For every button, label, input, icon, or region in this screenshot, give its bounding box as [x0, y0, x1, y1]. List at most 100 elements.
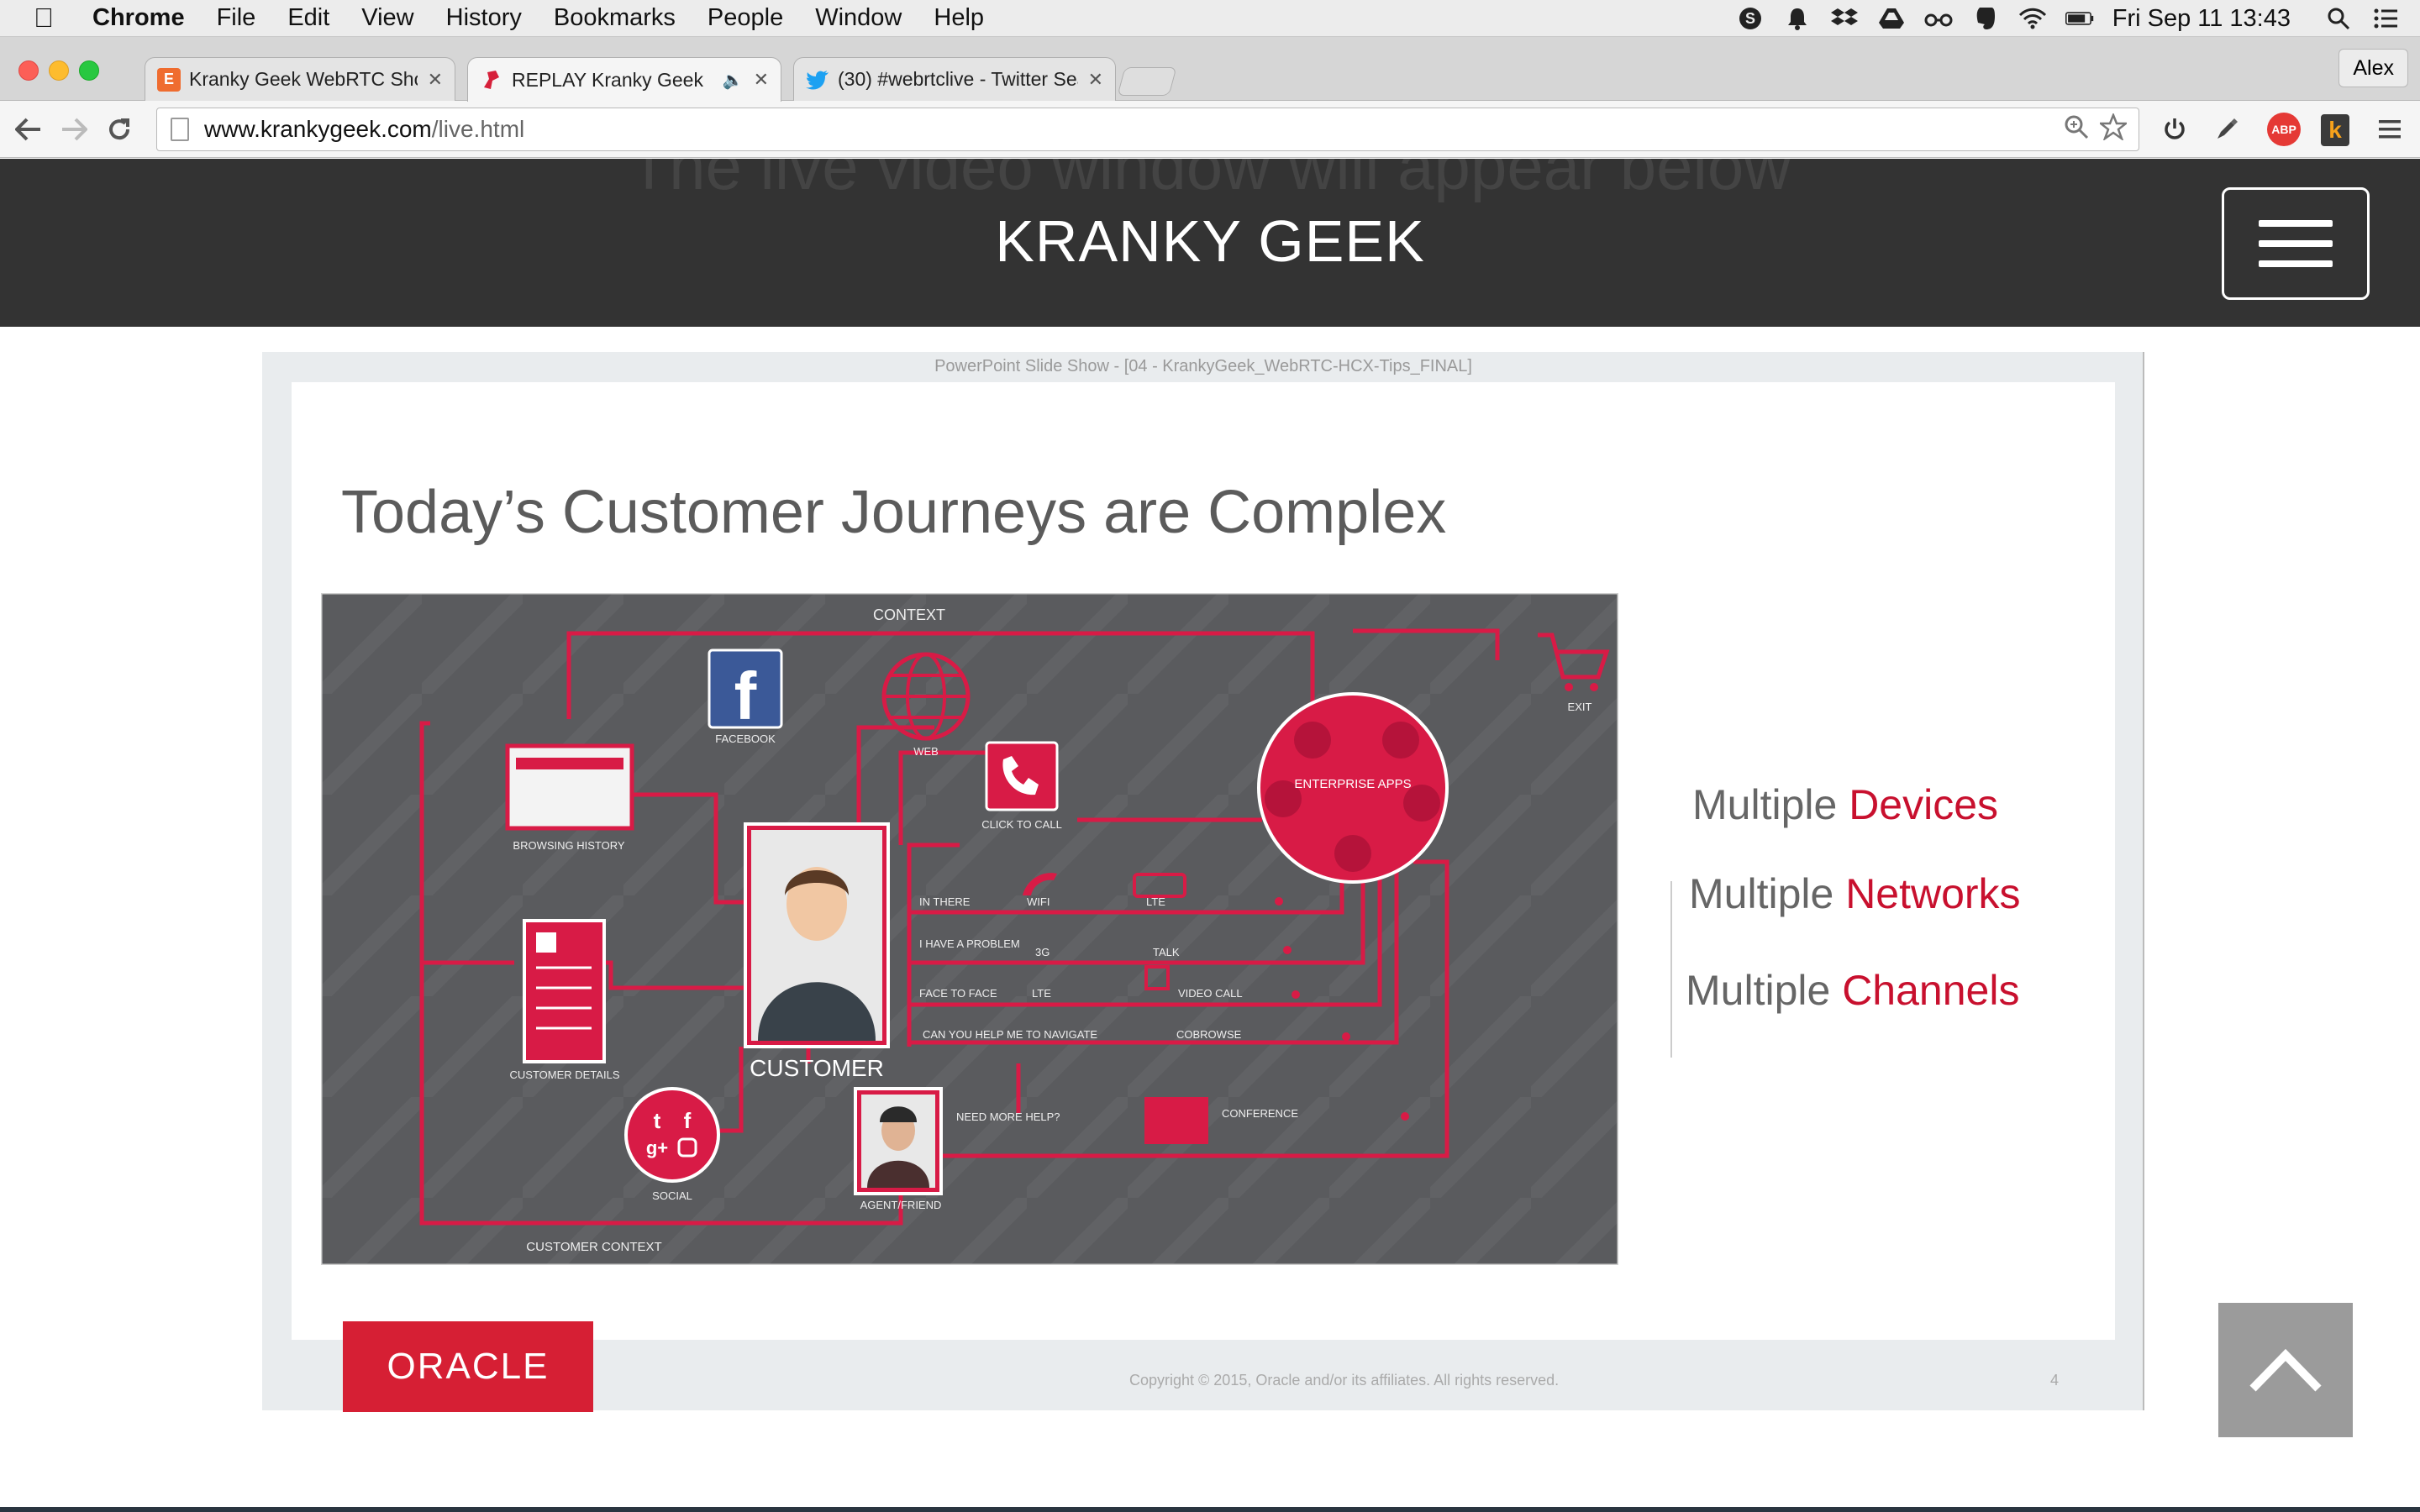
close-tab-icon[interactable]: ✕	[1088, 69, 1103, 91]
back-button[interactable]	[12, 113, 45, 146]
slide-copyright: Copyright © 2015, Oracle and/or its affi…	[1129, 1372, 1560, 1389]
row-dot	[1342, 1032, 1350, 1041]
tab-title: REPLAY Kranky Geek	[512, 68, 703, 91]
hamburger-line	[2259, 240, 2333, 247]
menu-edit[interactable]: Edit	[287, 4, 329, 32]
slideshow-caption: PowerPoint Slide Show - [04 - KrankyGeek…	[934, 357, 1472, 375]
battery-icon[interactable]	[2065, 6, 2094, 31]
twitter-glyph: t	[654, 1108, 661, 1133]
cart-wheel	[1590, 683, 1598, 691]
zoom-icon[interactable]	[2060, 114, 2093, 146]
scroll-to-top-button[interactable]	[2218, 1303, 2353, 1437]
menu-window[interactable]: Window	[815, 4, 902, 32]
reload-button[interactable]	[103, 113, 136, 146]
address-bar[interactable]: www.krankygeek.com/live.html	[156, 108, 2139, 151]
pen-extension-icon[interactable]	[2208, 109, 2245, 150]
menu-bookmarks[interactable]: Bookmarks	[554, 4, 676, 32]
row-left-label: NEED MORE HELP?	[956, 1110, 1060, 1123]
highlight-prefix: Multiple	[1692, 781, 1849, 828]
menu-app-name[interactable]: Chrome	[92, 4, 185, 32]
cart-wheel	[1565, 683, 1573, 691]
glasses-icon[interactable]	[1924, 6, 1953, 31]
oracle-logo: ORACLE	[343, 1321, 593, 1412]
notifications-icon[interactable]	[1783, 6, 1812, 31]
app-bubble	[1334, 835, 1371, 872]
highlight-networks: Multiple Networks	[1689, 869, 2021, 918]
window-bottom-edge	[0, 1507, 2420, 1512]
tab-strip: E Kranky Geek WebRTC Show ✕ REPLAY Krank…	[0, 37, 2420, 102]
row-left-label: CAN YOU HELP ME TO NAVIGATE	[923, 1028, 1097, 1041]
window-controls	[18, 60, 109, 81]
page-icon	[171, 118, 189, 141]
site-header: The live video window will appear below …	[0, 159, 2420, 327]
tab-title: (30) #webrtclive - Twitter Sea	[838, 68, 1078, 90]
omnibox-actions	[2056, 108, 2130, 152]
social-icon	[624, 1087, 720, 1183]
wifi-icon[interactable]	[2018, 6, 2047, 31]
highlight-prefix: Multiple	[1689, 870, 1846, 917]
close-tab-icon[interactable]: ✕	[428, 69, 443, 91]
label-exit: EXIT	[1568, 701, 1592, 713]
apple-icon[interactable]: 	[34, 3, 62, 34]
close-window-button[interactable]	[18, 60, 39, 81]
label-customer-details: CUSTOMER DETAILS	[510, 1068, 620, 1081]
highlight-divider	[1670, 881, 1672, 1058]
tab-replay-kranky-geek[interactable]: REPLAY Kranky Geek 🔈 ✕	[467, 57, 781, 102]
notification-center-icon[interactable]	[2371, 6, 2400, 31]
menubar-clock[interactable]: Fri Sep 11 13:43	[2112, 5, 2291, 33]
label-facebook: FACEBOOK	[715, 732, 776, 745]
chrome-menu-icon[interactable]	[2371, 109, 2408, 150]
menu-help[interactable]: Help	[934, 4, 984, 32]
menu-view[interactable]: View	[361, 4, 413, 32]
menu-people[interactable]: People	[708, 4, 783, 32]
row-dot	[1275, 897, 1283, 906]
row-right-label: VIDEO CALL	[1178, 987, 1243, 1000]
highlight-word: Channels	[1842, 967, 2020, 1014]
menu-file[interactable]: File	[217, 4, 256, 32]
adblock-plus-icon[interactable]: ABP	[2267, 113, 2301, 146]
audio-playing-icon[interactable]: 🔈	[723, 70, 744, 91]
screen:  Chrome File Edit View History Bookmark…	[0, 0, 2420, 1512]
browser-tab-bar	[516, 758, 623, 769]
highlight-channels: Multiple Channels	[1686, 966, 2019, 1015]
hamburger-menu-button[interactable]	[2222, 187, 2370, 300]
label-social: SOCIAL	[652, 1189, 692, 1202]
evernote-icon[interactable]	[1971, 6, 2000, 31]
click-to-call-icon	[985, 741, 1059, 811]
label-agent-friend: AGENT/FRIEND	[860, 1199, 942, 1211]
status-area: S Fri Sep 11 13:43	[1718, 0, 2400, 37]
forward-button[interactable]	[57, 113, 91, 146]
skype-icon[interactable]: S	[1736, 6, 1765, 31]
close-tab-icon[interactable]: ✕	[754, 69, 769, 91]
chevron-up-icon	[2249, 1348, 2322, 1392]
bookmark-star-icon[interactable]	[2096, 112, 2130, 147]
kranky-geek-favicon-icon	[480, 68, 503, 92]
k-extension-icon[interactable]: k	[2321, 114, 2349, 146]
url-path: /live.html	[431, 116, 525, 142]
new-tab-button[interactable]	[1117, 67, 1177, 96]
tab-twitter-search[interactable]: (30) #webrtclive - Twitter Sea ✕	[793, 57, 1116, 101]
row-left-label: FACE TO FACE	[919, 987, 997, 1000]
facebook-glyph: f	[734, 659, 757, 733]
minimize-window-button[interactable]	[49, 60, 69, 81]
slide-title: Today’s Customer Journeys are Complex	[341, 479, 1447, 546]
google-drive-icon[interactable]	[1877, 6, 1906, 31]
menu-history[interactable]: History	[446, 4, 522, 32]
row-dot	[1283, 946, 1292, 954]
label-customer-context: CUSTOMER CONTEXT	[526, 1240, 661, 1254]
label-context: CONTEXT	[873, 606, 945, 623]
google-plus-glyph: g+	[646, 1137, 668, 1158]
row-left-label: I HAVE A PROBLEM	[919, 937, 1020, 950]
row-mid-label: 3G	[1035, 946, 1050, 958]
spotlight-icon[interactable]	[2324, 6, 2353, 31]
zoom-window-button[interactable]	[79, 60, 99, 81]
profile-button[interactable]: Alex	[2338, 49, 2408, 87]
hamburger-line	[2259, 220, 2333, 227]
dropbox-icon[interactable]	[1830, 6, 1859, 31]
highlight-word: Devices	[1849, 781, 1999, 828]
app-bubble	[1294, 722, 1331, 759]
power-extension-icon[interactable]	[2156, 109, 2193, 150]
tab-kranky-geek-show[interactable]: E Kranky Geek WebRTC Show ✕	[145, 57, 455, 101]
site-brand[interactable]: KRANKY GEEK	[0, 207, 2420, 275]
customer-journey-diagram: CONTEXT BROWSING HISTORY f FACEBOOK WEB …	[321, 593, 1618, 1265]
